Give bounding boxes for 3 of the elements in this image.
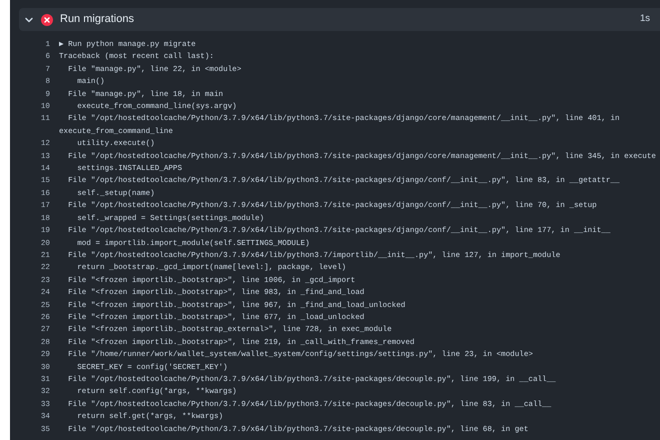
step-duration: 1s [640, 12, 650, 26]
step-header[interactable]: Run migrations 1s [19, 8, 660, 31]
step-title: Run migrations [60, 12, 135, 28]
